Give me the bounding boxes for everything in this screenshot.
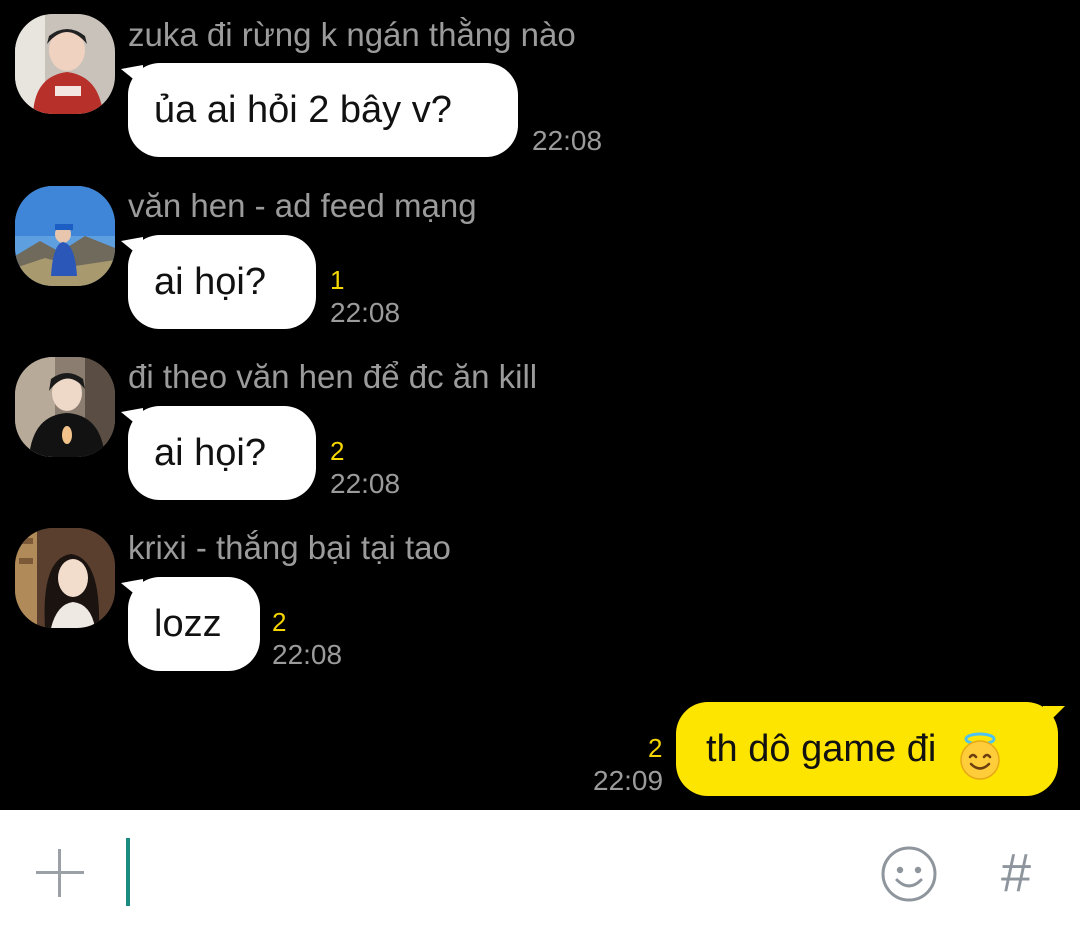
avatar[interactable] xyxy=(15,357,115,457)
chat-area: zuka đi rừng k ngán thằng nào ủa ai hỏi … xyxy=(0,0,1080,810)
avatar-image xyxy=(15,528,115,628)
message-bubble[interactable]: ủa ai hỏi 2 bây v? xyxy=(128,63,518,157)
sender-name: đi theo văn hen để đc ăn kill xyxy=(128,358,538,395)
message-bubble[interactable]: lozz xyxy=(128,577,260,671)
message-bubble[interactable]: ai họi? xyxy=(128,235,316,329)
sender-name: zuka đi rừng k ngán thằng nào xyxy=(128,16,576,53)
avatar-image xyxy=(15,186,115,286)
avatar[interactable] xyxy=(15,528,115,628)
smiling-face-with-halo-icon xyxy=(955,722,1005,780)
message-text: th dô game đi xyxy=(706,728,937,770)
text-cursor xyxy=(126,838,130,906)
hashtag-button[interactable]: # xyxy=(990,840,1042,906)
sender-name: văn hen - ad feed mạng xyxy=(128,187,477,224)
message-input[interactable] xyxy=(120,832,864,914)
outgoing-message-bubble[interactable]: th dô game đi xyxy=(676,702,1065,796)
avatar[interactable] xyxy=(15,186,115,286)
message-time: 22:08 xyxy=(272,639,343,670)
unread-count: 1 xyxy=(330,265,345,295)
avatar[interactable] xyxy=(15,14,115,114)
message-time: 22:08 xyxy=(330,297,401,328)
emoji-icon[interactable] xyxy=(880,845,938,903)
unread-count: 2 xyxy=(330,436,345,466)
plus-icon[interactable] xyxy=(36,849,84,897)
message-bubble[interactable]: ai họi? xyxy=(128,406,316,500)
unread-count: 2 xyxy=(648,733,663,763)
message-time: 22:09 xyxy=(593,765,664,796)
avatar-image xyxy=(15,357,115,457)
message-time: 22:08 xyxy=(330,468,401,499)
sender-name: krixi - thắng bại tại tao xyxy=(128,529,451,566)
avatar-image xyxy=(15,14,115,114)
message-time: 22:08 xyxy=(532,125,603,156)
unread-count: 2 xyxy=(272,607,287,637)
